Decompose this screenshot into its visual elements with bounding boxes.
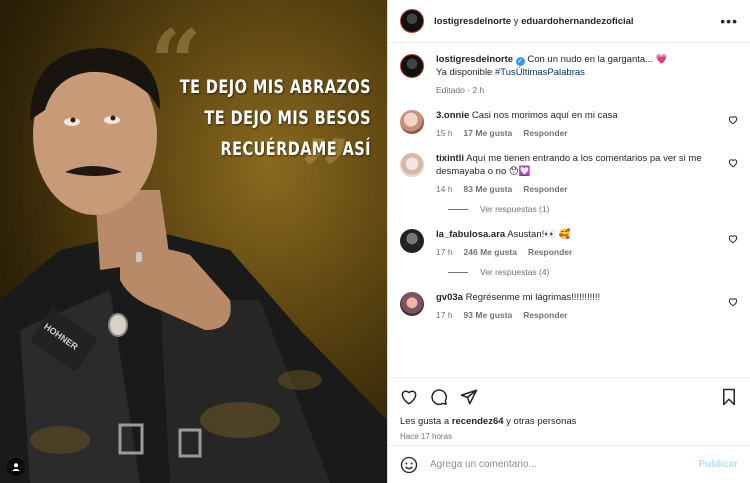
- post-authors: lostigresdelnorte y eduardohernandezofic…: [434, 16, 634, 27]
- comment-time: 17 h: [436, 247, 453, 257]
- post-actions: Les gusta a recendez64 y otras personas …: [388, 377, 750, 445]
- comment-likes-link[interactable]: 246 Me gusta: [464, 247, 517, 257]
- reply-button[interactable]: Responder: [523, 128, 567, 138]
- poster-line-2: te dejo mis besos: [204, 107, 371, 129]
- caption-username-link[interactable]: lostigresdelnorte: [436, 54, 513, 65]
- comment-username-link[interactable]: la_fabulosa.ara: [436, 229, 505, 240]
- comment-time: 17 h: [436, 310, 453, 320]
- list-item: la_fabulosa.ara Asustan!👀 🥰 17 h 246 Me …: [400, 228, 738, 257]
- liked-by-username-link[interactable]: recendez64: [452, 416, 504, 427]
- view-replies-label: Ver respuestas (1): [480, 204, 550, 214]
- post-image[interactable]: “ ” HOHNER TE DEJO MIS ABRAZOS TE DEJO M…: [0, 0, 387, 483]
- heart-icon[interactable]: [728, 158, 738, 168]
- comment-username-link[interactable]: 3.onnie: [436, 110, 469, 121]
- like-heart-icon[interactable]: [400, 388, 418, 406]
- authors-connector: y: [513, 15, 519, 27]
- caption: lostigresdelnorte ✓ Con un nudo en la ga…: [400, 53, 738, 95]
- post-details-panel: lostigresdelnorte y eduardohernandezofic…: [387, 0, 750, 483]
- heart-icon[interactable]: [728, 234, 738, 244]
- comment-text: Casi nos morimos aquí en mi casa: [471, 110, 618, 121]
- comment-text: Asustan!👀 🥰: [507, 229, 571, 240]
- view-replies-button[interactable]: Ver respuestas (1): [448, 204, 738, 214]
- view-replies-label: Ver respuestas (4): [480, 267, 550, 277]
- replies-divider: [448, 208, 468, 210]
- post-header: lostigresdelnorte y eduardohernandezofic…: [388, 0, 750, 43]
- comment-input[interactable]: [430, 459, 699, 470]
- emoji-icon[interactable]: [400, 456, 418, 474]
- reply-button[interactable]: Responder: [523, 310, 567, 320]
- avatar[interactable]: [400, 153, 424, 177]
- comments-list: lostigresdelnorte ✓ Con un nudo en la ga…: [388, 43, 750, 377]
- comment-time: 14 h: [436, 184, 453, 194]
- caption-edited-time: Editado · 2 h: [436, 85, 485, 95]
- caption-text: Con un nudo en la garganta... 💗: [527, 54, 668, 65]
- tagged-user-icon[interactable]: [7, 458, 25, 476]
- hashtag-link[interactable]: #TusÚltimasPalabras: [495, 67, 585, 78]
- list-item: 3.onnie Casi nos morimos aquí en mi casa…: [400, 109, 738, 138]
- verified-badge-icon: ✓: [515, 57, 525, 66]
- avatar[interactable]: [400, 9, 424, 33]
- caption-line2-text: Ya disponible: [436, 67, 493, 78]
- bookmark-icon[interactable]: [720, 388, 738, 406]
- likes-prefix: Les gusta a: [400, 416, 450, 427]
- heart-icon[interactable]: [728, 115, 738, 125]
- comment-time: 15 h: [436, 128, 453, 138]
- coauthor-username-link[interactable]: eduardohernandezoficial: [521, 16, 633, 27]
- poster-text: Te dejo mis abrazos te dejo mis besos Re…: [146, 72, 371, 165]
- poster-line-3: Recuérdame así: [220, 138, 371, 160]
- likes-summary[interactable]: Les gusta a recendez64 y otras personas: [400, 416, 738, 427]
- comment-likes-link[interactable]: 17 Me gusta: [464, 128, 513, 138]
- account-username-link[interactable]: lostigresdelnorte: [434, 16, 511, 27]
- add-comment-bar: Publicar: [388, 445, 750, 483]
- avatar[interactable]: [400, 110, 424, 134]
- comment-likes-link[interactable]: 93 Me gusta: [464, 310, 513, 320]
- avatar[interactable]: [400, 54, 424, 78]
- likes-suffix: y otras personas: [506, 416, 577, 427]
- comment-likes-link[interactable]: 83 Me gusta: [464, 184, 513, 194]
- share-icon[interactable]: [460, 388, 478, 406]
- comment-text: Aquí me tienen entrando a los comentario…: [436, 153, 702, 177]
- comment-text: Regrésenme mi lágrimas!!!!!!!!!!!: [465, 292, 601, 303]
- more-options-icon[interactable]: •••: [720, 13, 738, 29]
- avatar[interactable]: [400, 292, 424, 316]
- reply-button[interactable]: Responder: [523, 184, 567, 194]
- replies-divider: [448, 271, 468, 273]
- post-timestamp[interactable]: Hace 17 horas: [400, 432, 738, 441]
- list-item: tixintli Aquí me tienen entrando a los c…: [400, 152, 738, 194]
- view-replies-button[interactable]: Ver respuestas (4): [448, 267, 738, 277]
- publish-button[interactable]: Publicar: [699, 459, 738, 470]
- comment-username-link[interactable]: tixintli: [436, 153, 464, 164]
- list-item: gv03a Regrésenme mi lágrimas!!!!!!!!!!! …: [400, 291, 738, 320]
- comment-username-link[interactable]: gv03a: [436, 292, 463, 303]
- poster-line-1: Te dejo mis abrazos: [179, 76, 371, 98]
- comment-icon[interactable]: [430, 388, 448, 406]
- reply-button[interactable]: Responder: [528, 247, 572, 257]
- heart-icon[interactable]: [728, 297, 738, 307]
- avatar[interactable]: [400, 229, 424, 253]
